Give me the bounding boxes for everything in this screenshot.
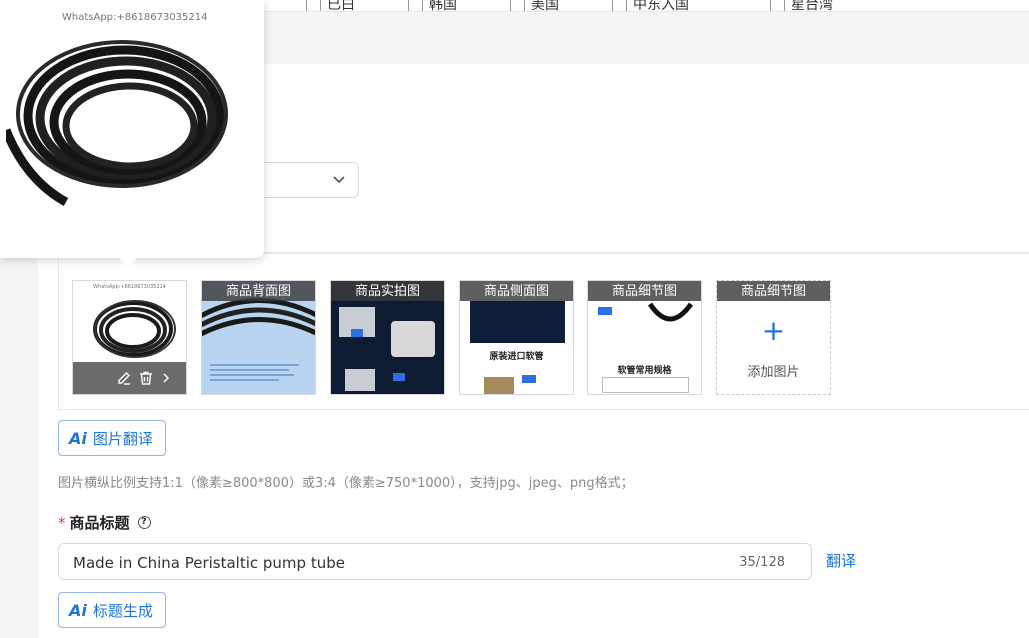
hose-image [648, 302, 693, 322]
button-label: 图片翻译 [92, 429, 153, 448]
char-counter: 35/128 [739, 555, 785, 570]
side-image-thumb[interactable]: 原装进口软管 商品侧面图 [459, 280, 574, 395]
spec-lines [210, 361, 309, 393]
main-image-thumb[interactable]: WhatsApp:+8618673035214 [72, 280, 187, 395]
button-label: 标题生成 [92, 601, 153, 620]
trash-icon[interactable] [138, 370, 154, 386]
back-image-thumb[interactable]: 商品背面图 [201, 280, 316, 395]
checkbox-box[interactable] [510, 0, 525, 11]
ai-icon: Ai [69, 600, 87, 620]
image-inner-text: 原装进口软管 [489, 352, 544, 362]
image-caption: 商品侧面图 [460, 281, 573, 301]
label-tag [598, 307, 612, 315]
image-inner-text: 软管常用规格 [617, 366, 672, 376]
required-mark: * [58, 513, 66, 532]
checkbox-box[interactable] [612, 0, 627, 11]
image-watermark: WhatsApp:+8618673035214 [93, 284, 166, 290]
title-generate-button[interactable]: Ai 标题生成 [58, 592, 166, 628]
add-image-button[interactable]: 商品细节图 + 添加图片 [716, 280, 831, 395]
country-checkbox-row: 已白 韩国 美国 中东入国 星台湾 [264, 0, 1029, 12]
checkbox-box[interactable] [770, 0, 785, 11]
chevron-right-icon[interactable] [160, 370, 172, 386]
detail-image-thumb[interactable]: 软管常用规格 商品细节图 [587, 280, 702, 395]
image-preview-popover: WhatsApp:+8618673035214 [0, 0, 264, 268]
photo-block [470, 301, 565, 343]
checkbox-option[interactable]: 星台湾 [770, 0, 833, 11]
label-tag [522, 375, 536, 383]
real-shot-thumb[interactable]: 商品实拍图 [330, 280, 445, 395]
title-label: * 商品标题 ? [58, 512, 151, 533]
checkbox-option[interactable]: 中东入国 [612, 0, 689, 11]
page: 已白 韩国 美国 中东入国 星台湾 WhatsApp:+861867303521… [0, 0, 1029, 638]
image-translate-button[interactable]: Ai 图片翻译 [58, 420, 166, 456]
checkbox-option[interactable]: 美国 [510, 0, 559, 11]
image-caption: 商品实拍图 [331, 281, 444, 301]
help-icon[interactable]: ? [137, 516, 151, 529]
label-tag [351, 329, 363, 337]
hose-image [93, 300, 176, 358]
photo-block [484, 377, 514, 394]
edit-icon[interactable] [116, 370, 132, 386]
image-watermark: WhatsApp:+8618673035214 [62, 12, 208, 23]
image-caption: 商品背面图 [202, 281, 315, 301]
label-tag [393, 373, 405, 381]
title-input[interactable]: Made in China Peristaltic pump tube 35/1… [58, 543, 812, 580]
add-image-label: 添加图片 [747, 365, 800, 380]
hose-preview-image [6, 40, 228, 206]
spec-table [602, 377, 689, 393]
thumb-actions [73, 362, 186, 394]
hose-image [202, 298, 315, 337]
checkbox-option[interactable]: 韩国 [408, 0, 457, 11]
title-input-value[interactable]: Made in China Peristaltic pump tube [73, 554, 345, 572]
image-caption: 商品细节图 [717, 281, 830, 301]
plus-icon: + [761, 314, 786, 347]
checkbox-box[interactable] [408, 0, 423, 11]
checkbox-box[interactable] [306, 0, 321, 11]
popover-arrow [119, 258, 137, 268]
checkbox-option[interactable]: 已白 [306, 0, 355, 11]
translate-link[interactable]: 翻译 [826, 550, 856, 571]
category-select[interactable] [264, 162, 359, 198]
ai-icon: Ai [69, 428, 87, 448]
image-format-hint: 图片横纵比例支持1:1（像素≥800*800）或3:4（像素≥750*1000）… [58, 476, 634, 491]
section-gap [264, 12, 1029, 64]
image-caption: 商品细节图 [588, 281, 701, 301]
photo-block [345, 369, 375, 391]
title-label-text: 商品标题 [69, 514, 130, 532]
chevron-down-icon [333, 176, 345, 184]
photo-block [391, 321, 435, 357]
